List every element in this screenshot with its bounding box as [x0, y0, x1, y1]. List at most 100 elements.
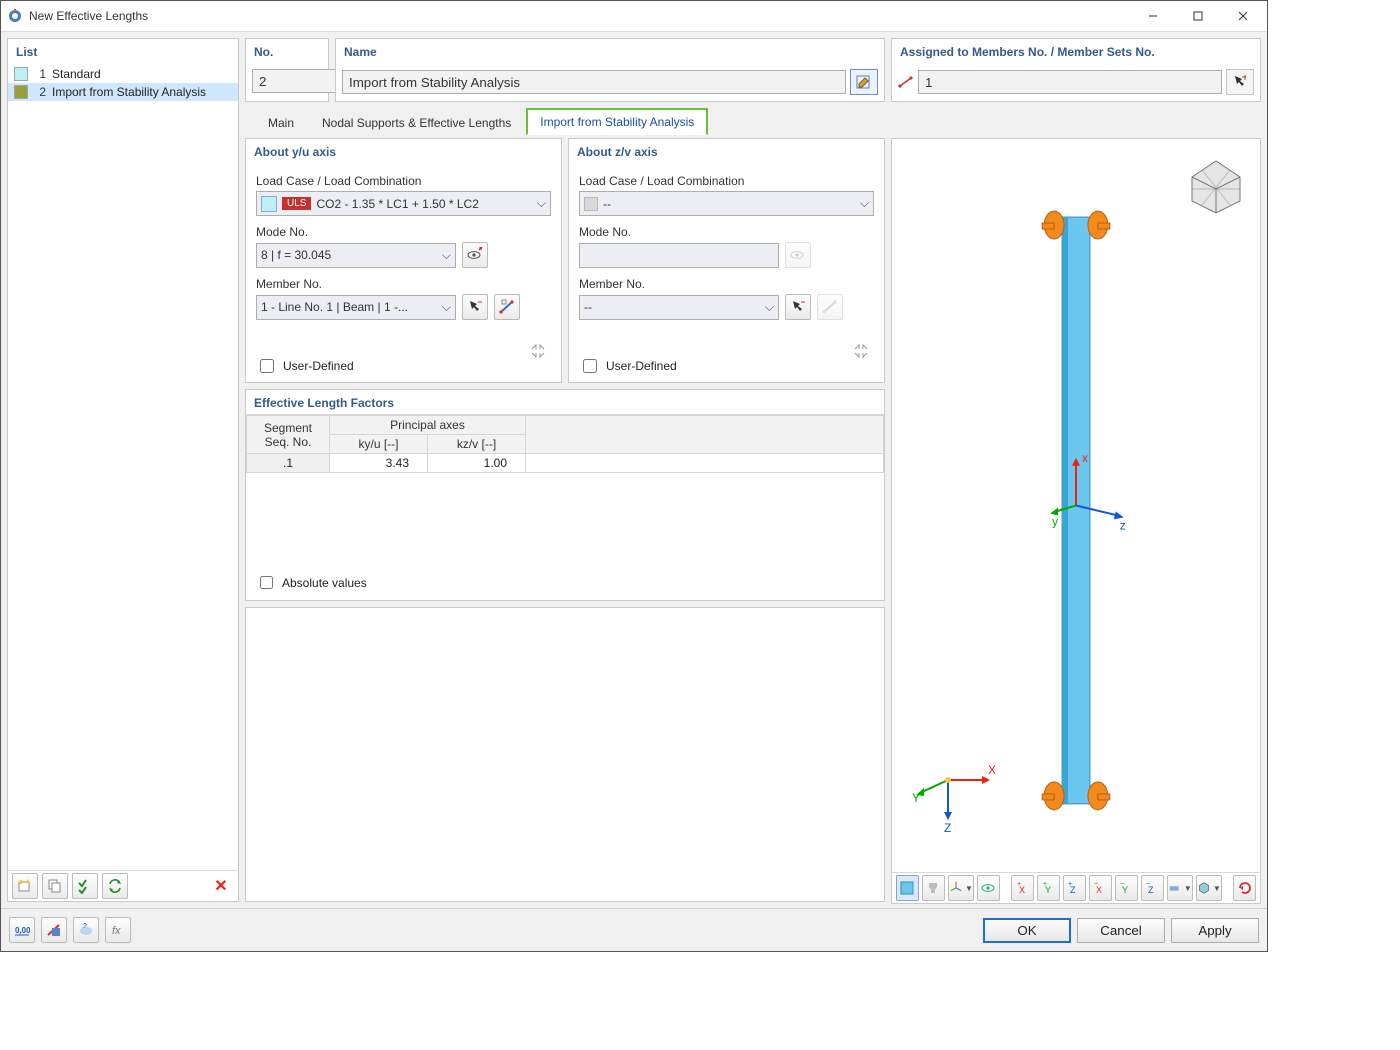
svg-text:Y: Y	[912, 791, 920, 805]
z-member-combo[interactable]: -- ⌵	[579, 295, 779, 320]
viewport-3d[interactable]: x z y	[892, 139, 1260, 872]
name-input[interactable]	[342, 70, 846, 94]
y-mode-combo[interactable]: 8 | f = 30.045 ⌵	[256, 243, 456, 268]
maximize-button[interactable]	[1175, 2, 1220, 31]
cell-kz[interactable]: 1.00	[428, 454, 526, 473]
y-user-defined-check[interactable]: User-Defined	[256, 356, 354, 376]
view-minus-y-button[interactable]: −Y	[1115, 875, 1138, 901]
tab-nodal-supports-effective-lengths[interactable]: Nodal Supports & Effective Lengths	[309, 110, 524, 135]
units-button[interactable]: 0,00	[9, 917, 35, 943]
sync-item-button[interactable]	[102, 873, 128, 899]
new-item-button[interactable]	[12, 873, 38, 899]
z-member-label: Member No.	[579, 277, 874, 291]
z-member-pick-button[interactable]	[785, 294, 811, 320]
list-item-number: 2	[34, 85, 46, 99]
chevron-down-icon: ⌵	[442, 248, 451, 263]
y-member-combo[interactable]: 1 - Line No. 1 | Beam | 1 -... ⌵	[256, 295, 456, 320]
y-user-defined-label: User-Defined	[283, 359, 354, 373]
z-user-defined-checkbox[interactable]	[583, 359, 597, 373]
y-member-value: 1 - Line No. 1 | Beam | 1 -...	[261, 300, 408, 314]
list-toolbar: ✕	[8, 870, 238, 901]
y-mode-value: 8 | f = 30.045	[261, 248, 331, 262]
z-mode-view-button	[785, 242, 811, 268]
member-info-button[interactable]	[41, 917, 67, 943]
apply-button[interactable]: Apply	[1171, 918, 1259, 943]
view-trophy-button[interactable]	[922, 875, 945, 901]
window-title: New Effective Lengths	[29, 9, 148, 23]
function-button[interactable]: fx	[105, 917, 131, 943]
y-lc-combo[interactable]: ULS CO2 - 1.35 * LC1 + 1.50 * LC2 ⌵	[256, 191, 551, 216]
list-item[interactable]: 1 Standard	[8, 65, 238, 83]
footer-bar: 0,00 ? fx OK Cancel Apply	[1, 908, 1267, 951]
delete-item-button[interactable]: ✕	[208, 873, 234, 899]
cell-ky[interactable]: 3.43	[330, 454, 428, 473]
elf-table: SegmentSeq. No. Principal axes ky/u [--]…	[246, 415, 884, 473]
absolute-values-checkbox[interactable]	[260, 576, 273, 589]
svg-text:Y: Y	[1045, 885, 1051, 895]
nav-cube[interactable]	[1178, 145, 1254, 221]
y-expand-button[interactable]	[525, 338, 551, 364]
list-item-label: Standard	[52, 67, 101, 81]
help-cloud-button[interactable]: ?	[73, 917, 99, 943]
table-row[interactable]: .1 3.43 1.00	[247, 454, 884, 473]
check-item-button[interactable]	[72, 873, 98, 899]
list-body: 1 Standard 2 Import from Stability Analy…	[8, 63, 238, 870]
cancel-button[interactable]: Cancel	[1077, 918, 1165, 943]
lc-empty-swatch	[584, 197, 598, 211]
svg-text:z: z	[1120, 518, 1126, 532]
chevron-down-icon: ⌵	[537, 196, 546, 211]
cell-blank	[526, 454, 884, 473]
y-mode-view-button[interactable]	[462, 242, 488, 268]
member-icon	[898, 75, 914, 89]
view-reset-button[interactable]	[1233, 875, 1256, 901]
cell-seg: .1	[247, 454, 330, 473]
z-expand-button[interactable]	[848, 338, 874, 364]
view-show-button[interactable]	[977, 875, 1000, 901]
y-member-pick-button[interactable]	[462, 294, 488, 320]
list-panel: List 1 Standard 2 Import from Stability …	[7, 38, 239, 902]
view-minus-z-button[interactable]: −Z	[1141, 875, 1164, 901]
z-lc-value: --	[603, 197, 611, 211]
svg-text:Y: Y	[1122, 885, 1128, 895]
svg-text:Z: Z	[1070, 885, 1076, 895]
view-style-dropdown[interactable]: ▼	[1167, 875, 1193, 901]
y-member-show-button[interactable]	[494, 294, 520, 320]
assigned-input[interactable]	[918, 70, 1222, 94]
app-icon	[7, 8, 23, 24]
view-plus-z-button[interactable]: +Z	[1063, 875, 1086, 901]
minimize-button[interactable]	[1130, 2, 1175, 31]
view-minus-x-button[interactable]: −X	[1089, 875, 1112, 901]
pick-members-button[interactable]	[1226, 69, 1254, 95]
view-box-dropdown[interactable]: ▼	[1196, 875, 1222, 901]
z-user-defined-label: User-Defined	[606, 359, 677, 373]
z-member-show-button	[817, 294, 843, 320]
svg-text:X: X	[988, 763, 996, 777]
close-button[interactable]	[1220, 2, 1265, 31]
y-lc-label: Load Case / Load Combination	[256, 174, 551, 188]
chevron-down-icon: ⌵	[442, 300, 451, 315]
ok-button[interactable]: OK	[983, 918, 1071, 943]
y-user-defined-checkbox[interactable]	[260, 359, 274, 373]
name-label: Name	[336, 39, 884, 63]
absolute-values-check[interactable]: Absolute values	[246, 565, 884, 600]
view-plus-y-button[interactable]: +Y	[1037, 875, 1060, 901]
list-item[interactable]: 2 Import from Stability Analysis	[8, 83, 238, 101]
view-plus-x-button[interactable]: +X	[1011, 875, 1034, 901]
y-mode-label: Mode No.	[256, 225, 551, 239]
comment-panel	[245, 607, 885, 902]
col-segment-1: Segment	[264, 421, 312, 435]
view-solid-button[interactable]	[896, 875, 919, 901]
no-label: No.	[246, 39, 328, 63]
z-member-value: --	[584, 300, 592, 314]
col-ky: ky/u [--]	[330, 435, 428, 454]
svg-text:y: y	[1052, 514, 1058, 528]
z-lc-combo[interactable]: -- ⌵	[579, 191, 874, 216]
view-axes-dropdown[interactable]: ▼	[948, 875, 974, 901]
global-axes-icon: X Y Z	[902, 736, 1002, 836]
edit-name-button[interactable]	[850, 69, 878, 95]
tab-import-from-stability-analysis[interactable]: Import from Stability Analysis	[526, 108, 708, 135]
tab-main[interactable]: Main	[255, 110, 307, 135]
z-user-defined-check[interactable]: User-Defined	[579, 356, 677, 376]
copy-item-button[interactable]	[42, 873, 68, 899]
y-member-label: Member No.	[256, 277, 551, 291]
